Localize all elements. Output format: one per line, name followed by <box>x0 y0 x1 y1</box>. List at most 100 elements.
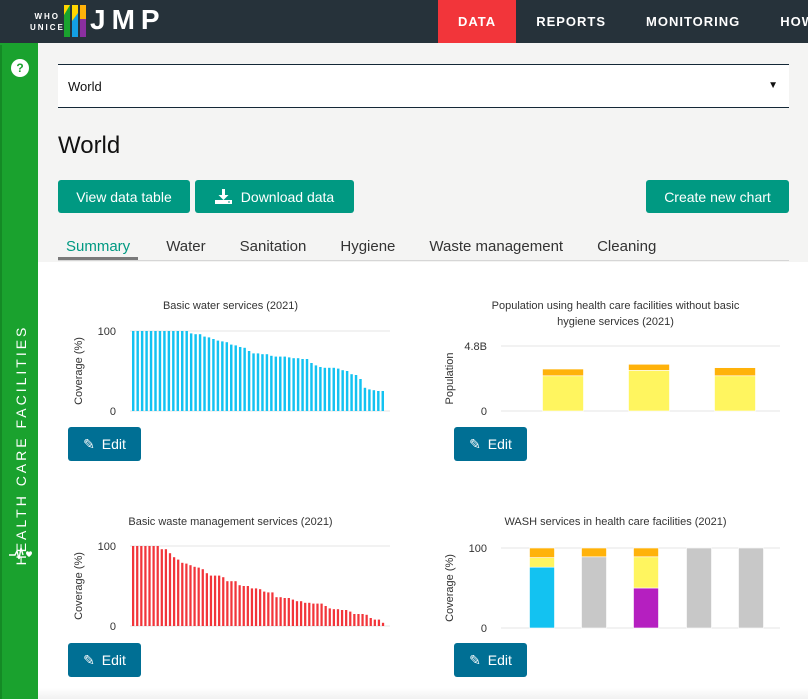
bar <box>250 588 254 626</box>
bar <box>221 341 224 411</box>
bar <box>201 569 204 626</box>
bar <box>189 565 192 626</box>
bar <box>145 331 148 411</box>
bar <box>279 356 282 411</box>
tab-hygiene[interactable]: Hygiene <box>340 234 395 260</box>
bar <box>144 546 147 626</box>
bar <box>274 356 278 411</box>
bar <box>301 359 304 411</box>
bar <box>320 603 323 626</box>
bar <box>292 358 295 411</box>
bar <box>345 610 348 626</box>
edit-button[interactable]: ✎ Edit <box>454 427 527 461</box>
bar <box>373 619 376 626</box>
bar <box>152 546 155 626</box>
bar <box>283 598 286 626</box>
bar <box>225 342 229 411</box>
country-select[interactable]: World ▼ <box>58 64 789 108</box>
bar <box>242 586 245 626</box>
bar <box>230 581 233 626</box>
nav-reports[interactable]: REPORTS <box>516 0 626 43</box>
bar <box>336 609 340 626</box>
pencil-icon: ✎ <box>469 651 481 668</box>
bar <box>140 546 143 626</box>
edit-button[interactable]: ✎ Edit <box>68 643 141 677</box>
bar <box>213 575 217 626</box>
tab-waste-management[interactable]: Waste management <box>429 234 563 260</box>
y-tick-label: 100 <box>469 543 487 555</box>
bar <box>149 331 153 411</box>
bottom-fade <box>38 688 808 699</box>
bar-segment <box>529 547 555 558</box>
edit-button[interactable]: ✎ Edit <box>68 427 141 461</box>
nav-monitoring[interactable]: MONITORING <box>626 0 760 43</box>
nav-how-we-work[interactable]: HOW WE WORK <box>760 0 808 43</box>
bar <box>216 340 220 411</box>
bar <box>132 331 135 411</box>
bar-segment <box>738 547 764 629</box>
bar-segment-lower <box>714 375 756 412</box>
tab-water[interactable]: Water <box>166 234 205 260</box>
bar <box>381 622 385 626</box>
bar <box>363 387 367 411</box>
bar <box>140 331 144 411</box>
edit-label: Edit <box>487 436 512 452</box>
download-icon <box>214 189 232 204</box>
edit-label: Edit <box>101 436 126 452</box>
heartbeat-heart-icon <box>9 547 32 560</box>
nav-data[interactable]: DATA <box>438 0 517 43</box>
bar <box>361 614 364 626</box>
bar <box>243 347 246 411</box>
bar <box>132 546 135 626</box>
chart-card-waste: Basic waste management services (2021) 1… <box>38 477 423 688</box>
bar <box>212 339 215 411</box>
logo-text: JMP <box>90 4 166 35</box>
sidebar: ? HEALTH CARE FACILITIES <box>0 45 38 699</box>
bar <box>261 354 264 411</box>
jmp-logo[interactable]: WHO UNICEF JMP <box>0 0 200 43</box>
bar <box>324 606 327 626</box>
bar <box>238 347 242 411</box>
bar <box>156 546 159 626</box>
chart-title: Basic waste management services (2021) <box>128 516 333 528</box>
tab-summary[interactable]: Summary <box>58 234 139 260</box>
bar <box>194 334 197 411</box>
bar <box>316 603 319 626</box>
bar <box>230 344 233 411</box>
tab-cleaning[interactable]: Cleaning <box>597 234 656 260</box>
bar <box>270 355 273 411</box>
bar <box>377 619 381 626</box>
y-tick-label: 100 <box>98 541 116 553</box>
bar <box>256 353 260 411</box>
chart-title: Basic water services (2021) <box>162 300 299 312</box>
y-tick-label: 4.8B <box>464 341 487 353</box>
y-tick-label: 0 <box>110 621 116 633</box>
tab-sanitation[interactable]: Sanitation <box>240 234 307 260</box>
bar <box>349 611 352 626</box>
download-data-button[interactable]: Download data <box>195 180 354 213</box>
bar <box>254 588 258 626</box>
create-new-chart-button[interactable]: Create new chart <box>646 180 789 213</box>
y-axis-label: Population <box>444 353 456 405</box>
question-icon[interactable]: ? <box>11 59 29 77</box>
chart-card-water: Basic water services (2021) 100 0 Coverage… <box>38 262 423 477</box>
pencil-icon: ✎ <box>469 435 481 452</box>
chart-card-population: Population using health care facilities … <box>423 262 808 477</box>
bar <box>296 358 300 411</box>
edit-button[interactable]: ✎ Edit <box>454 643 527 677</box>
bar-segment <box>529 557 555 568</box>
bar <box>283 356 286 411</box>
bar <box>209 575 213 626</box>
bar <box>341 370 344 411</box>
bar <box>345 371 349 411</box>
view-data-table-button[interactable]: View data table <box>58 180 190 213</box>
bar <box>176 331 180 411</box>
y-axis-label: Coverage (%) <box>444 554 456 622</box>
bar <box>158 331 162 411</box>
select-value: World <box>68 79 102 94</box>
bar <box>267 592 270 626</box>
bar <box>291 599 295 626</box>
bar-segment-upper <box>542 368 584 377</box>
bar <box>226 581 229 626</box>
bar <box>265 354 269 411</box>
